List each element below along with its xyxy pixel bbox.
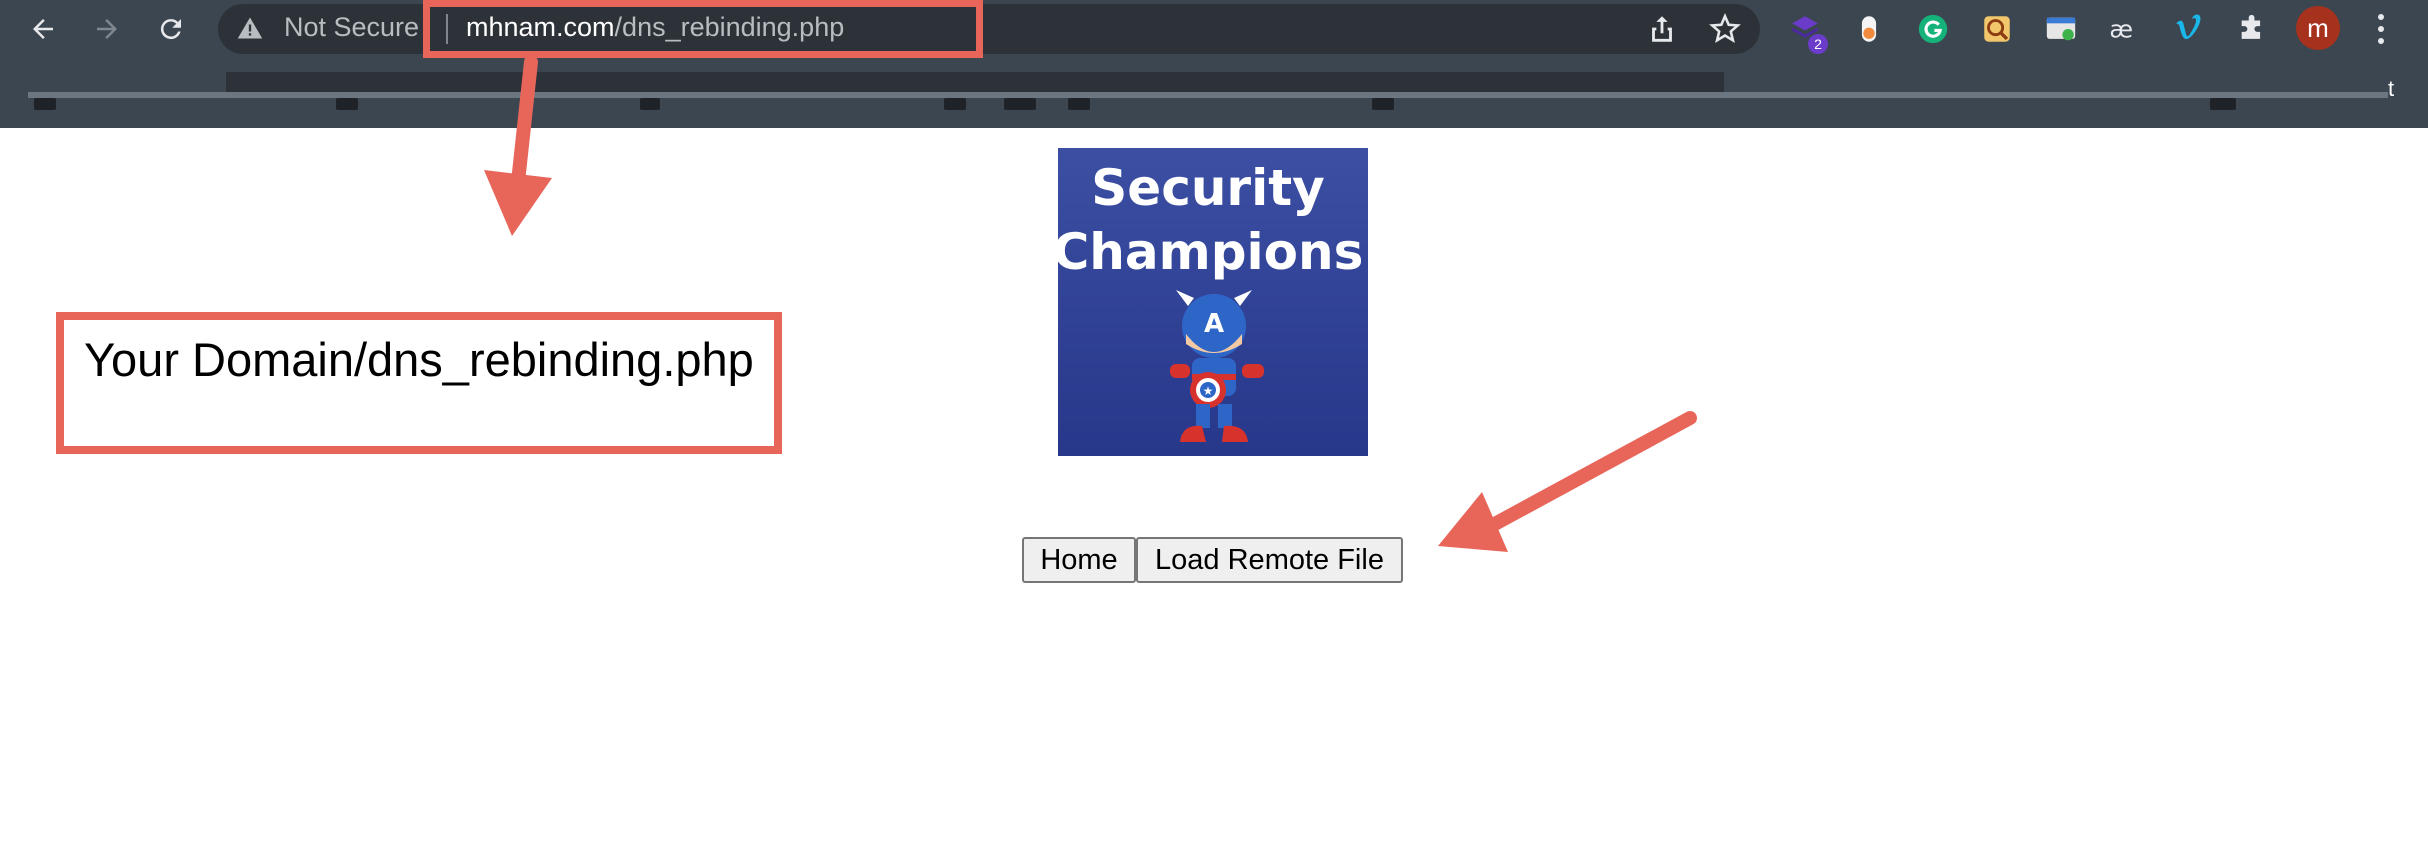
domain-annotation-text: Your Domain/dns_rebinding.php <box>84 333 754 386</box>
stack-extension-icon[interactable]: 2 <box>1786 10 1828 54</box>
bookmark-item[interactable] <box>34 98 56 110</box>
puzzle-extensions-icon[interactable] <box>2234 10 2272 48</box>
browser-toolbar: Not Secure mhnam.com/dns_rebinding.php 2… <box>0 0 2428 58</box>
search-extension-icon[interactable] <box>1978 10 2016 48</box>
back-button[interactable] <box>22 8 64 50</box>
bookmark-star-icon[interactable] <box>1708 12 1742 46</box>
warning-icon[interactable] <box>236 14 264 42</box>
logo-title-line2: Champions <box>1058 223 1363 281</box>
reload-button[interactable] <box>150 8 192 50</box>
bookmarks-scrollbar[interactable] <box>28 92 2388 98</box>
security-champions-logo: Security Champions A ★ <box>1058 148 1368 456</box>
menu-kebab-icon[interactable] <box>2366 8 2396 50</box>
grammarly-extension-icon[interactable] <box>1914 10 1952 48</box>
back-arrow-icon <box>33 19 53 39</box>
bookmark-item[interactable] <box>2210 98 2236 110</box>
arrow-left-head <box>1438 492 1508 552</box>
url-highlight-box <box>423 0 983 58</box>
arrow-down-head <box>484 170 552 236</box>
svg-text:æ: æ <box>2109 16 2133 44</box>
domain-annotation-box: Your Domain/dns_rebinding.php <box>56 312 782 454</box>
vimeo-extension-icon[interactable] <box>2170 10 2208 48</box>
bookmark-item[interactable] <box>944 98 966 110</box>
home-button[interactable]: Home <box>1022 537 1136 583</box>
reload-icon <box>160 19 181 40</box>
svg-text:★: ★ <box>1203 384 1214 398</box>
bookmark-item[interactable] <box>336 98 358 110</box>
screenshot-extension-icon[interactable] <box>2042 10 2080 48</box>
ae-extension-icon[interactable]: æ <box>2106 10 2144 48</box>
load-remote-file-button[interactable]: Load Remote File <box>1136 537 1403 583</box>
bookmark-item[interactable] <box>1068 98 1090 110</box>
profile-avatar[interactable]: m <box>2296 6 2340 50</box>
extension-badge: 2 <box>1808 34 1828 54</box>
bookmarks-overflow-text: t <box>2388 76 2395 101</box>
bookmark-item[interactable] <box>1372 98 1394 110</box>
toggle-extension-icon[interactable] <box>1850 10 1888 48</box>
share-icon[interactable] <box>1645 12 1679 46</box>
arrow-left-shaft <box>1473 411 1697 539</box>
browser-chrome: Not Secure mhnam.com/dns_rebinding.php 2… <box>0 0 2428 128</box>
not-secure-label[interactable]: Not Secure <box>284 12 419 43</box>
bookmark-item[interactable] <box>640 98 660 110</box>
bookmark-item[interactable] <box>1004 98 1036 110</box>
svg-text:A: A <box>1204 309 1224 339</box>
forward-button[interactable] <box>86 8 128 50</box>
forward-arrow-icon <box>97 19 117 39</box>
logo-title-line1: Security <box>1091 159 1324 217</box>
